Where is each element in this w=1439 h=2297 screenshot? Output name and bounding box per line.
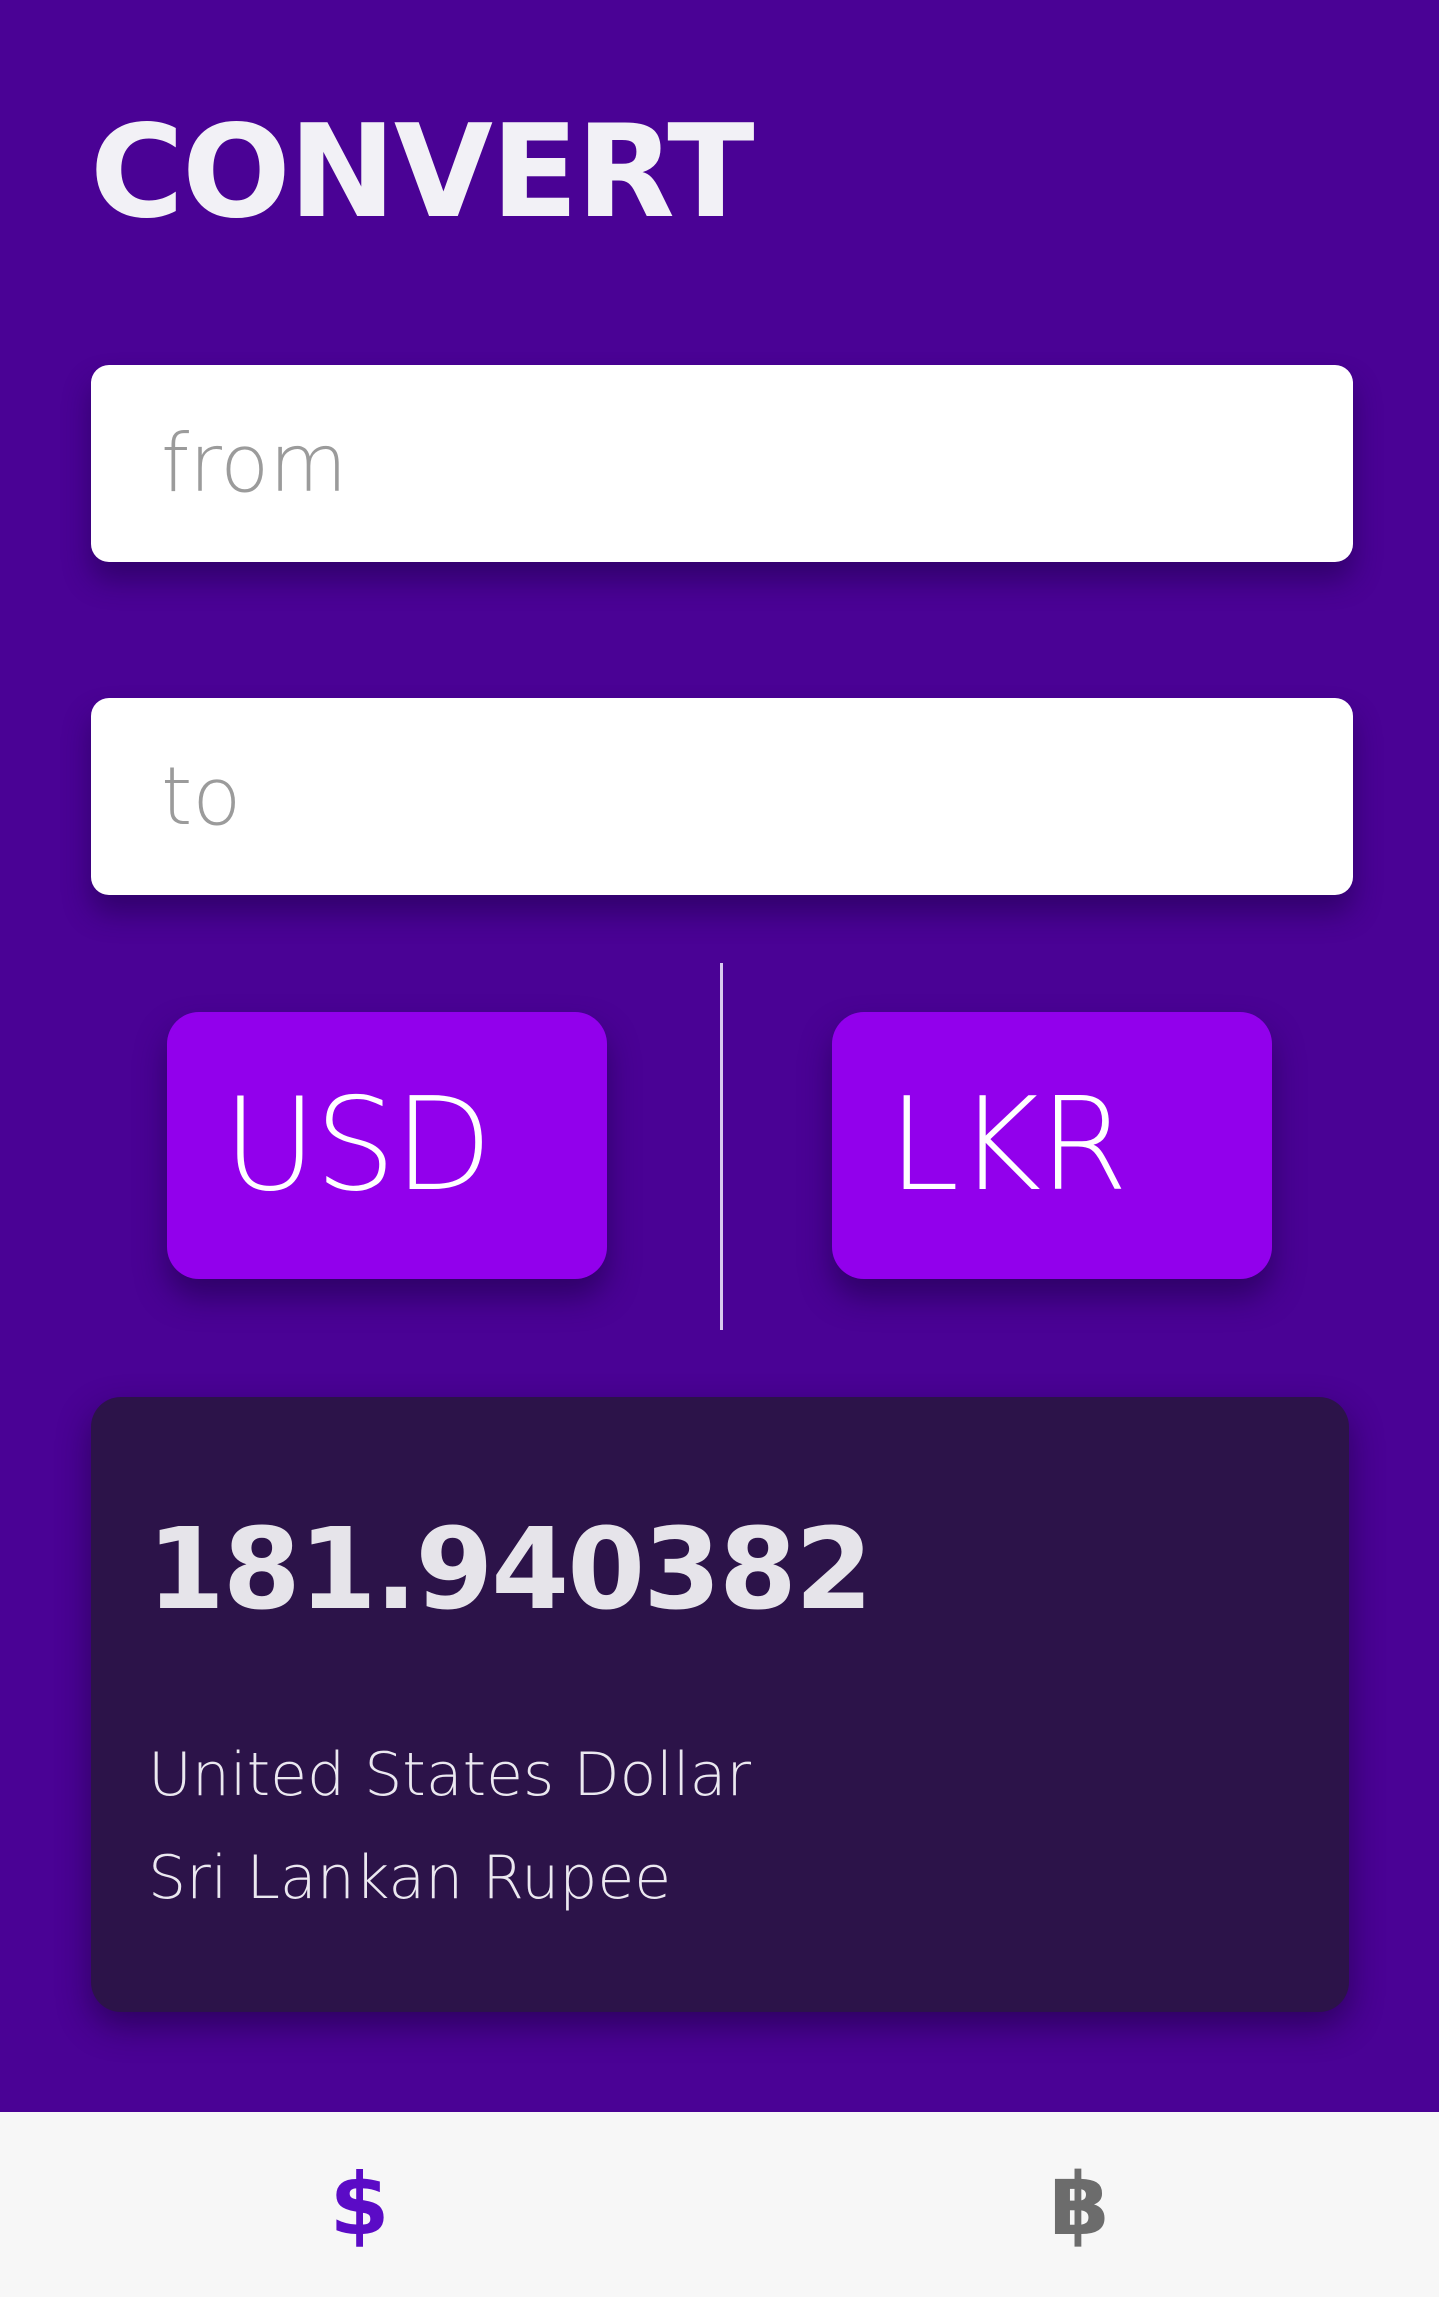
bottom-navigation: $ ฿ bbox=[0, 2112, 1439, 2297]
from-currency-name: United States Dollar bbox=[148, 1740, 752, 1810]
currency-divider bbox=[720, 963, 723, 1330]
from-input[interactable] bbox=[159, 416, 1353, 511]
bitcoin-icon: ฿ bbox=[1049, 2154, 1110, 2255]
result-card: 181.940382 United States Dollar Sri Lank… bbox=[91, 1397, 1349, 2012]
to-input[interactable] bbox=[159, 749, 1353, 844]
from-currency-button[interactable]: USD bbox=[167, 1012, 607, 1279]
conversion-result: 181.940382 bbox=[147, 1505, 873, 1635]
to-currency-name: Sri Lankan Rupee bbox=[148, 1843, 672, 1913]
page-title: CONVERT bbox=[90, 98, 754, 247]
to-currency-button[interactable]: LKR bbox=[832, 1012, 1272, 1279]
to-field[interactable] bbox=[91, 698, 1353, 895]
dollar-icon: $ bbox=[329, 2154, 390, 2255]
convert-screen: CONVERT USD LKR 181.940382 United States… bbox=[0, 0, 1439, 2297]
nav-item-crypto[interactable]: ฿ bbox=[720, 2112, 1439, 2297]
from-field[interactable] bbox=[91, 365, 1353, 562]
nav-item-fiat[interactable]: $ bbox=[0, 2112, 719, 2297]
